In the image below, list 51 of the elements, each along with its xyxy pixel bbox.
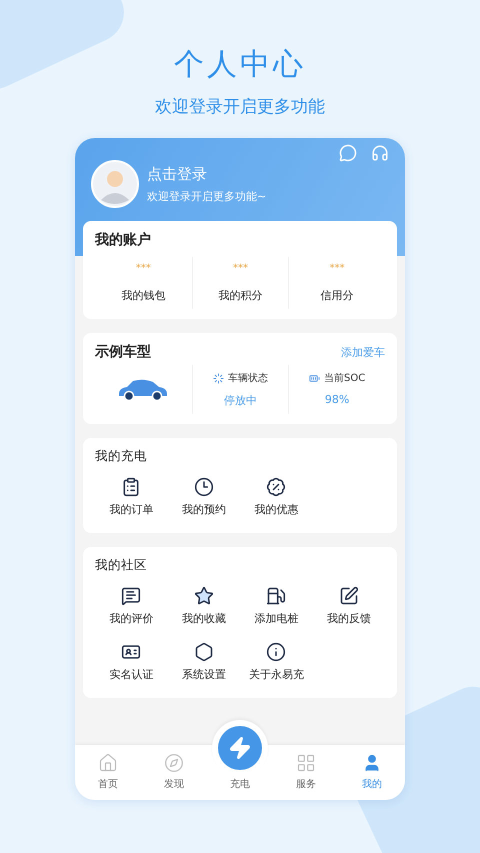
charge-button[interactable] xyxy=(218,726,262,770)
battery-icon xyxy=(309,372,320,384)
clipboard-icon xyxy=(121,477,142,497)
percent-tag-icon xyxy=(266,477,286,497)
nav-tab[interactable]: 发现 xyxy=(141,745,207,800)
clock-icon xyxy=(194,477,214,497)
welcome-text: 欢迎登录开启更多功能~ xyxy=(147,188,266,204)
lightning-icon xyxy=(228,736,252,760)
menu-item[interactable]: 系统设置 xyxy=(168,642,240,682)
edit-icon xyxy=(338,586,359,606)
compass-icon xyxy=(164,753,184,773)
nav-tab[interactable]: 服务 xyxy=(273,745,339,800)
masked-value: *** xyxy=(136,263,151,274)
menu-item[interactable]: 添加电桩 xyxy=(240,586,312,626)
nav-tab[interactable]: 充电 xyxy=(207,715,273,800)
stat-label: 车辆状态 xyxy=(212,371,268,385)
page-subtitle: 欢迎登录开启更多功能 xyxy=(155,96,325,118)
menu-item[interactable]: 关于永易充 xyxy=(240,642,312,682)
menu-item[interactable]: 我的优惠 xyxy=(240,477,312,517)
headset-icon[interactable] xyxy=(371,144,389,162)
account-item[interactable]: 信用分 xyxy=(320,288,354,303)
status-icon xyxy=(212,372,224,384)
masked-value: *** xyxy=(330,263,345,274)
message-icon xyxy=(121,586,142,606)
info-icon xyxy=(266,642,286,662)
star-icon xyxy=(194,586,214,606)
stat-value: 98% xyxy=(324,393,350,406)
charging-pile-icon xyxy=(266,586,286,606)
menu-item[interactable]: 我的评价 xyxy=(95,586,168,626)
menu-item[interactable]: 我的订单 xyxy=(95,477,168,517)
home-icon xyxy=(98,753,118,773)
menu-item[interactable]: 实名认证 xyxy=(95,642,168,682)
masked-value: *** xyxy=(232,263,248,274)
page-title: 个人中心 xyxy=(174,46,306,84)
avatar[interactable] xyxy=(91,160,139,208)
nav-tab[interactable]: 首页 xyxy=(75,745,141,800)
stat-value: 停放中 xyxy=(224,393,257,408)
card-title: 我的账户 xyxy=(95,231,152,249)
stat-label: 当前SOC xyxy=(309,371,366,385)
chat-icon[interactable] xyxy=(339,144,357,162)
grid-icon xyxy=(296,753,316,773)
account-item[interactable]: 我的钱包 xyxy=(121,288,166,303)
card-title: 我的社区 xyxy=(95,557,148,574)
menu-item[interactable]: 我的预约 xyxy=(168,477,240,517)
menu-item[interactable]: 我的反馈 xyxy=(312,586,385,626)
car-icon xyxy=(117,378,170,402)
account-item[interactable]: 我的积分 xyxy=(218,288,262,303)
card-title: 示例车型 xyxy=(95,343,151,361)
card-title: 我的充电 xyxy=(95,448,148,465)
hexagon-icon xyxy=(194,642,214,662)
menu-item[interactable]: 我的收藏 xyxy=(168,586,240,626)
